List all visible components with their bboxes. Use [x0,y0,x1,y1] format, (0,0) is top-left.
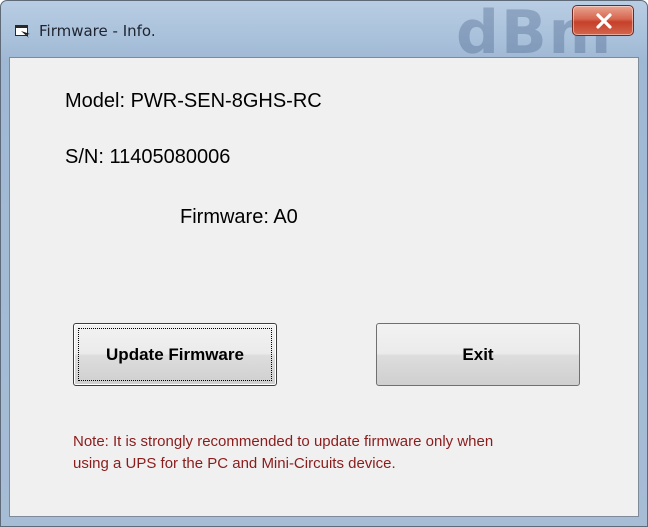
note-line-2: using a UPS for the PC and Mini-Circuits… [73,455,396,472]
ups-warning-note: Note: It is strongly recommended to upda… [73,431,593,475]
note-line-1: Note: It is strongly recommended to upda… [73,433,494,450]
window-title: Firmware - Info. [39,22,156,40]
close-button[interactable] [572,5,634,36]
firmware-version-label: Firmware: A0 [180,206,298,228]
firmware-info-window: dBm Firmware - Info. Model: PWR-SEN-8GHS… [0,0,648,527]
update-firmware-button[interactable]: Update Firmware [73,323,277,386]
model-label: Model: PWR-SEN-8GHS-RC [65,90,322,112]
title-bar[interactable]: dBm Firmware - Info. [1,1,647,63]
close-icon [596,13,612,29]
update-firmware-button-label: Update Firmware [106,345,244,364]
serial-number-label: S/N: 11405080006 [65,146,231,168]
dialog-body: Model: PWR-SEN-8GHS-RC S/N: 11405080006 … [9,57,639,517]
exit-button[interactable]: Exit [376,323,580,386]
exit-button-label: Exit [462,345,494,364]
app-window-icon[interactable] [15,25,31,39]
